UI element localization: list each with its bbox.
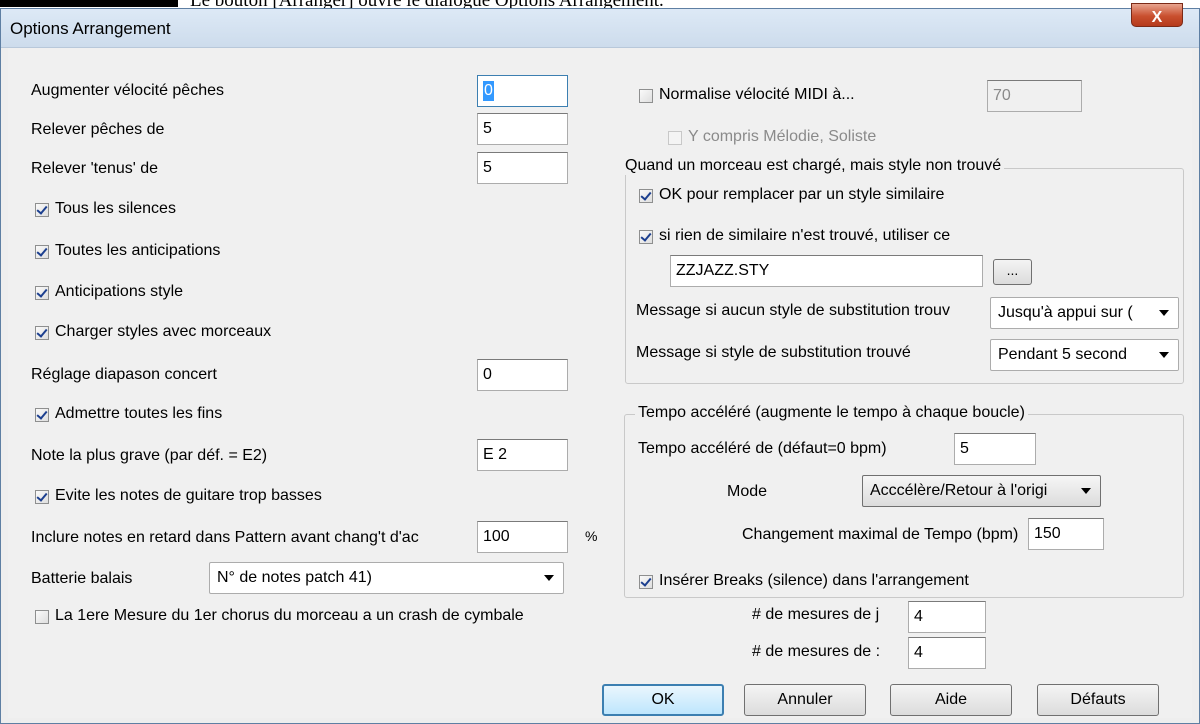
batterie-balais-label: Batterie balais <box>31 570 133 587</box>
crash-cymbale-label: La 1ere Mesure du 1er chorus du morceau … <box>55 607 524 624</box>
msg-aucun-label: Message si aucun style de substitution t… <box>636 302 950 319</box>
mode-value: Acccélère/Retour à l'origi <box>870 482 1048 499</box>
tous-silences-label: Tous les silences <box>55 200 176 217</box>
checkbox-box <box>35 326 49 340</box>
defauts-button[interactable]: Défauts <box>1037 684 1159 716</box>
aide-button[interactable]: Aide <box>890 684 1012 716</box>
checkbox-box <box>668 131 682 145</box>
changement-max-input[interactable]: 150 <box>1028 518 1104 550</box>
tempo-accelere-label: Tempo accéléré de (défaut=0 bpm) <box>638 440 887 457</box>
ok-button[interactable]: OK <box>602 684 724 716</box>
charger-styles-label: Charger styles avec morceaux <box>55 323 272 340</box>
msg-trouve-label: Message si style de substitution trouvé <box>636 344 911 361</box>
checkbox-box <box>639 89 653 103</box>
mesures-1-input[interactable]: 4 <box>908 601 986 633</box>
mesures-2-label: # de mesures de : <box>752 643 881 660</box>
mode-label: Mode <box>727 483 768 500</box>
y-compris-label: Y compris Mélodie, Soliste <box>688 128 877 145</box>
normalise-label: Normalise vélocité MIDI à... <box>659 86 855 103</box>
relever-peches-label: Relever pêches de <box>31 121 165 138</box>
checkbox-box <box>35 286 49 300</box>
normalise-input[interactable]: 70 <box>987 80 1082 112</box>
relever-tenus-label: Relever 'tenus' de <box>31 160 159 177</box>
msg-trouve-select[interactable]: Pendant 5 second <box>990 339 1179 371</box>
inclure-notes-label: Inclure notes en retard dans Pattern ava… <box>31 529 419 546</box>
note-grave-label: Note la plus grave (par déf. = E2) <box>31 447 268 464</box>
mesures-1-label: # de mesures de j <box>752 606 880 623</box>
dialog-client-area: Augmenter vélocité pêches 0 Relever pêch… <box>8 48 1192 718</box>
mesures-2-input[interactable]: 4 <box>908 637 986 669</box>
evite-notes-label: Evite les notes de guitare trop basses <box>55 487 322 504</box>
si-rien-label: si rien de similaire n'est trouvé, utili… <box>659 227 951 244</box>
chevron-down-icon <box>1081 488 1091 494</box>
changement-max-label: Changement maximal de Tempo (bpm) <box>742 526 1019 543</box>
dialog-title: Options Arrangement <box>10 19 171 38</box>
percent-unit: % <box>585 528 598 544</box>
ok-remplacer-label: OK pour remplacer par un style similaire <box>659 186 945 203</box>
checkbox-box <box>35 203 49 217</box>
close-icon: X <box>1151 9 1163 26</box>
msg-aucun-select[interactable]: Jusqu'à appui sur ( <box>990 297 1179 329</box>
batterie-balais-value: N° de notes patch 41) <box>217 569 372 586</box>
note-grave-input[interactable]: E 2 <box>477 439 568 471</box>
annuler-button[interactable]: Annuler <box>744 684 866 716</box>
checkbox-box <box>35 408 49 422</box>
breaks-label: Insérer Breaks (silence) dans l'arrangem… <box>659 572 969 589</box>
style-file-input[interactable]: ZZJAZZ.STY <box>670 255 983 287</box>
admettre-fins-label: Admettre toutes les fins <box>55 405 223 422</box>
augmenter-velocite-input[interactable]: 0 <box>477 75 568 107</box>
style-group-title: Quand un morceau est chargé, mais style … <box>622 157 1005 175</box>
checkbox-box <box>639 230 653 244</box>
inclure-notes-input[interactable]: 100 <box>477 521 568 553</box>
reglage-diapason-input[interactable]: 0 <box>477 359 568 391</box>
chevron-down-icon <box>544 575 554 581</box>
msg-trouve-value: Pendant 5 second <box>998 346 1127 363</box>
mode-select[interactable]: Acccélère/Retour à l'origi <box>862 475 1101 507</box>
augmenter-velocite-label: Augmenter vélocité pêches <box>31 82 224 99</box>
checkbox-box <box>35 610 49 624</box>
checkbox-box <box>35 490 49 504</box>
toutes-anticipations-label: Toutes les anticipations <box>55 242 221 259</box>
anticipations-style-label: Anticipations style <box>55 283 184 300</box>
msg-aucun-value: Jusqu'à appui sur ( <box>998 304 1133 321</box>
tempo-accelere-input[interactable]: 5 <box>954 433 1036 465</box>
arranger-button-image <box>0 0 178 7</box>
relever-peches-input[interactable]: 5 <box>477 113 568 145</box>
batterie-balais-select[interactable]: N° de notes patch 41) <box>209 562 564 594</box>
browse-button[interactable]: ... <box>993 259 1032 285</box>
close-button[interactable]: X <box>1131 3 1183 27</box>
relever-tenus-input[interactable]: 5 <box>477 152 568 184</box>
checkbox-box <box>639 189 653 203</box>
tempo-group-title: Tempo accéléré (augmente le tempo à chaq… <box>635 404 1028 422</box>
options-arrangement-dialog: Options Arrangement X Augmenter vélocité… <box>0 3 1200 724</box>
title-bar: Options Arrangement X <box>1 3 1199 48</box>
checkbox-box <box>35 245 49 259</box>
augmenter-velocite-value: 0 <box>483 81 494 101</box>
reglage-diapason-label: Réglage diapason concert <box>31 366 217 383</box>
chevron-down-icon <box>1159 310 1169 316</box>
checkbox-box <box>639 575 653 589</box>
chevron-down-icon <box>1159 352 1169 358</box>
